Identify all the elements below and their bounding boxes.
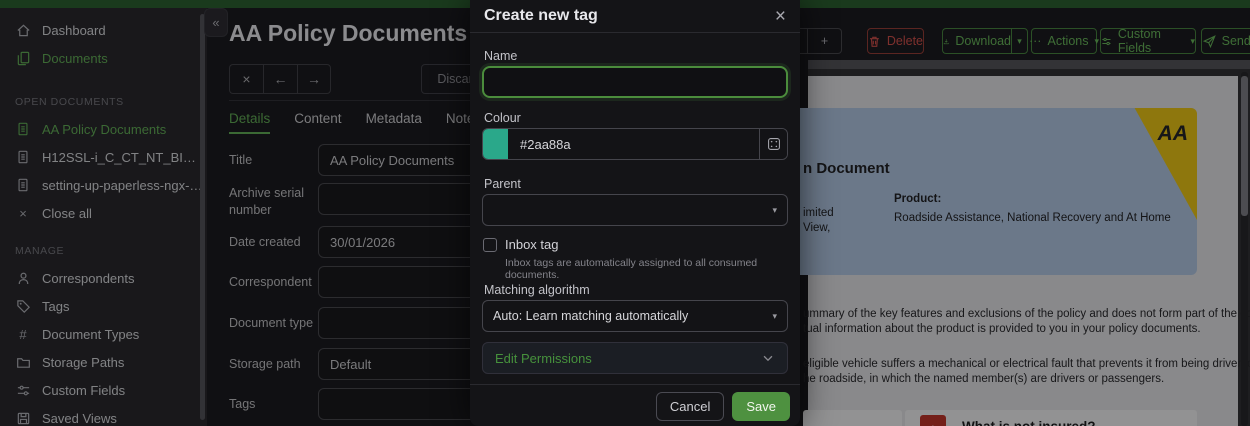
modal-footer-divider	[470, 384, 800, 385]
random-colour-button[interactable]	[759, 129, 787, 159]
matching-algorithm-value: Auto: Learn matching automatically	[493, 309, 688, 323]
cancel-button[interactable]: Cancel	[656, 392, 724, 421]
dice-icon	[767, 137, 781, 151]
colour-swatch	[483, 129, 508, 159]
parent-label: Parent	[484, 177, 521, 191]
colour-input-group: #2aa88a	[482, 128, 788, 160]
close-icon[interactable]: ×	[775, 7, 786, 26]
save-button[interactable]: Save	[732, 392, 790, 421]
modal-header: Create new tag ×	[470, 0, 800, 33]
modal-footer: Cancel Save	[656, 392, 790, 421]
matching-algorithm-label: Matching algorithm	[484, 283, 590, 297]
tag-name-input[interactable]	[482, 66, 788, 98]
app-root: Dashboard Documents OPEN DOCUMENTS AA Po…	[0, 0, 1250, 426]
inbox-tag-checkbox-row[interactable]: Inbox tag	[483, 237, 559, 252]
inbox-tag-label: Inbox tag	[505, 237, 559, 252]
matching-algorithm-select[interactable]: Auto: Learn matching automatically ▾	[482, 300, 788, 332]
colour-hex-value[interactable]: #2aa88a	[508, 129, 759, 159]
edit-permissions-label: Edit Permissions	[495, 351, 592, 366]
create-tag-modal: Create new tag × Name Colour #2aa88a Par…	[470, 0, 800, 426]
inbox-tag-hint: Inbox tags are automatically assigned to…	[505, 257, 800, 281]
edit-permissions-accordion[interactable]: Edit Permissions	[482, 342, 788, 374]
modal-title: Create new tag	[484, 7, 598, 25]
colour-label: Colour	[484, 111, 521, 125]
chevron-down-icon: ▾	[772, 206, 777, 215]
chevron-down-icon	[761, 351, 775, 365]
name-label: Name	[484, 49, 517, 63]
parent-select[interactable]: ▾	[482, 194, 788, 226]
inbox-tag-checkbox[interactable]	[483, 238, 497, 252]
chevron-down-icon: ▾	[772, 312, 777, 321]
